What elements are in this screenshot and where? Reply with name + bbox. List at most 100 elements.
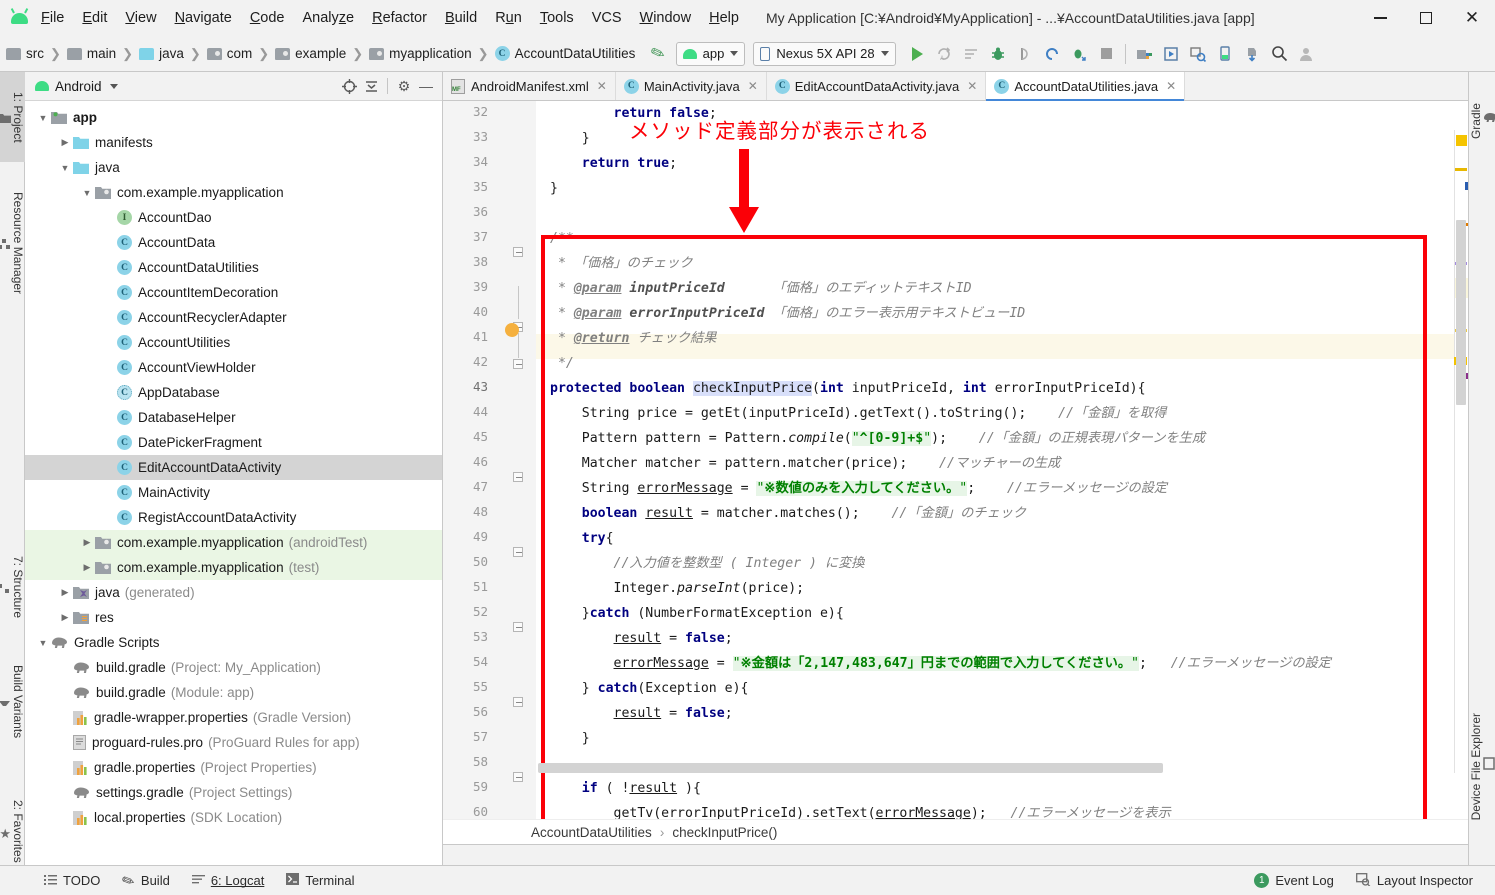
- tree-item-com-example-myapplication[interactable]: ▼ com.example.myapplication: [25, 180, 442, 205]
- search-icon[interactable]: [1266, 40, 1293, 67]
- device-selector[interactable]: Nexus 5X API 28: [753, 41, 896, 66]
- code-line[interactable]: * @param errorInputPriceId 「価格」のエラー表示用テキ…: [550, 301, 1025, 326]
- fold-marker[interactable]: [513, 697, 524, 708]
- apply-code-changes-icon[interactable]: [958, 40, 985, 67]
- tree-item-accountviewholder[interactable]: C AccountViewHolder: [25, 355, 442, 380]
- tree-item-registaccountdataactivity[interactable]: C RegistAccountDataActivity: [25, 505, 442, 530]
- vertical-scrollbar-thumb[interactable]: [1456, 220, 1466, 405]
- breadcrumb-main[interactable]: main: [65, 44, 118, 63]
- code-line[interactable]: * @param inputPriceId 「価格」のエディットテキストID: [550, 276, 972, 301]
- chevron-down-icon[interactable]: ▼: [35, 635, 51, 651]
- profile-icon[interactable]: [1039, 40, 1066, 67]
- fold-marker[interactable]: [513, 472, 524, 483]
- tree-item-build-gradle[interactable]: build.gradle (Module: app): [25, 680, 442, 705]
- menu-refactor[interactable]: Refactor: [363, 7, 436, 29]
- tree-item-res[interactable]: ▶ res: [25, 605, 442, 630]
- sidebar-item-build-variants[interactable]: Build Variants: [0, 642, 25, 762]
- chevron-down-icon[interactable]: ▼: [35, 110, 51, 126]
- tree-item-editaccountdataactivity[interactable]: C EditAccountDataActivity: [25, 455, 442, 480]
- tree-item-proguard-rules-pro[interactable]: proguard-rules.pro (ProGuard Rules for ap…: [25, 730, 442, 755]
- menu-tools[interactable]: Tools: [531, 7, 583, 29]
- tree-item-accountutilities[interactable]: C AccountUtilities: [25, 330, 442, 355]
- tree-item-gradle-wrapper-properties[interactable]: gradle-wrapper.properties (Gradle Version…: [25, 705, 442, 730]
- maximize-button[interactable]: [1403, 0, 1449, 36]
- module-selector[interactable]: app: [675, 41, 746, 66]
- tree-item-manifests[interactable]: ▶ manifests: [25, 130, 442, 155]
- code-line[interactable]: */: [550, 351, 574, 376]
- editor-marker-track[interactable]: [1454, 130, 1468, 773]
- sidebar-item-resource-manager[interactable]: Resource Manager: [0, 167, 25, 319]
- tree-item-local-properties[interactable]: local.properties (SDK Location): [25, 805, 442, 830]
- tree-item-app[interactable]: ▼ app: [25, 105, 442, 130]
- status-layout-inspector[interactable]: Layout Inspector: [1355, 872, 1473, 889]
- tree-item-gradle-properties[interactable]: gradle.properties (Project Properties): [25, 755, 442, 780]
- tree-item-java[interactable]: ▶ java (generated): [25, 580, 442, 605]
- tree-item-appdatabase[interactable]: C AppDatabase: [25, 380, 442, 405]
- tab-accountdatautilities-java[interactable]: C AccountDataUtilities.java ✕: [986, 72, 1186, 101]
- menu-run[interactable]: Run: [486, 7, 531, 29]
- code-line[interactable]: errorMessage = "※金額は「2,147,483,647」円までの範…: [550, 651, 1331, 676]
- tree-item-accountitemdecoration[interactable]: C AccountItemDecoration: [25, 280, 442, 305]
- code-line[interactable]: String errorMessage = "※数値のみを入力してください。";…: [550, 476, 1167, 501]
- target-icon[interactable]: [339, 76, 359, 96]
- tree-item-build-gradle[interactable]: build.gradle (Project: My_Application): [25, 655, 442, 680]
- tree-item-accountdatautilities[interactable]: C AccountDataUtilities: [25, 255, 442, 280]
- chevron-right-icon[interactable]: ▶: [57, 585, 73, 601]
- sdk-manager-icon[interactable]: [1131, 40, 1158, 67]
- status-todo[interactable]: TODO: [44, 873, 100, 888]
- menu-code[interactable]: Code: [241, 7, 294, 29]
- code-line[interactable]: * @return チェック結果: [550, 326, 717, 351]
- warning-marker[interactable]: [1456, 135, 1467, 146]
- code-line[interactable]: Integer.parseInt(price);: [550, 576, 805, 601]
- chevron-down-icon[interactable]: ▼: [79, 185, 95, 201]
- sidebar-item-device-file-explorer[interactable]: Device File Explorer: [1469, 677, 1495, 857]
- info-marker[interactable]: [1465, 182, 1468, 190]
- code-line[interactable]: }: [550, 726, 590, 751]
- layout-inspector-icon[interactable]: [1185, 40, 1212, 67]
- code-line[interactable]: } catch(Exception e){: [550, 676, 749, 701]
- chevron-right-icon[interactable]: ▶: [57, 135, 73, 151]
- code-editor[interactable]: 32 33 34 35 36 37 38 39 40 41 42 43 44 45 46 47 48 49 50 51…: [443, 101, 1468, 819]
- run-icon[interactable]: [904, 40, 931, 67]
- stop-icon[interactable]: [1093, 40, 1120, 67]
- breadcrumb-example[interactable]: example: [273, 44, 348, 63]
- horizontal-scrollbar-thumb[interactable]: [538, 763, 1163, 773]
- tab-mainactivity-java[interactable]: C MainActivity.java ✕: [616, 72, 767, 100]
- intention-bulb-icon[interactable]: [505, 323, 519, 337]
- code-line[interactable]: protected boolean checkInputPrice(int in…: [550, 376, 1146, 401]
- collapse-all-icon[interactable]: [361, 76, 381, 96]
- code-line[interactable]: try{: [550, 526, 614, 551]
- menu-vcs[interactable]: VCS: [583, 7, 631, 29]
- tree-item-java[interactable]: ▼ java: [25, 155, 442, 180]
- code-line[interactable]: //入力値を整数型 ( Integer ) に変換: [550, 551, 865, 576]
- minimize-button[interactable]: [1357, 0, 1403, 36]
- status-event-log[interactable]: 1 Event Log: [1254, 873, 1334, 888]
- code-line[interactable]: * 「価格」のチェック: [550, 251, 693, 276]
- code-line[interactable]: return true;: [550, 151, 677, 176]
- menu-window[interactable]: Window: [631, 7, 701, 29]
- hide-icon[interactable]: —: [416, 76, 436, 96]
- menu-view[interactable]: View: [116, 7, 165, 29]
- breadcrumb-src[interactable]: src: [4, 44, 46, 63]
- status-build[interactable]: ✎ Build: [120, 871, 170, 892]
- chevron-right-icon[interactable]: ▶: [79, 560, 95, 576]
- project-view-selector[interactable]: Android: [55, 79, 102, 94]
- tree-item-gradle-scripts[interactable]: ▼ Gradle Scripts: [25, 630, 442, 655]
- tree-item-settings-gradle[interactable]: settings.gradle (Project Settings): [25, 780, 442, 805]
- breadcrumb-com[interactable]: com: [205, 44, 255, 63]
- close-icon[interactable]: ✕: [967, 79, 977, 93]
- code-line[interactable]: String price = getEt(inputPriceId).getTe…: [550, 401, 1167, 426]
- sidebar-item-project[interactable]: 1: Project: [0, 72, 25, 162]
- tree-item-com-example-myapplication[interactable]: ▶ com.example.myapplication (test): [25, 555, 442, 580]
- menu-analyze[interactable]: Analyze: [294, 7, 364, 29]
- chevron-right-icon[interactable]: ▶: [79, 535, 95, 551]
- breadcrumb-method[interactable]: checkInputPrice(): [672, 825, 777, 840]
- code-line[interactable]: }: [550, 176, 558, 201]
- sidebar-item-structure[interactable]: 7: Structure: [0, 537, 25, 637]
- menu-build[interactable]: Build: [436, 7, 486, 29]
- close-button[interactable]: ✕: [1449, 0, 1495, 36]
- code-line[interactable]: result = false;: [550, 626, 733, 651]
- code-line[interactable]: boolean result = matcher.matches(); //「金…: [550, 501, 1026, 526]
- attach-debugger-icon[interactable]: [1012, 40, 1039, 67]
- status-logcat[interactable]: 6: Logcat: [191, 873, 264, 888]
